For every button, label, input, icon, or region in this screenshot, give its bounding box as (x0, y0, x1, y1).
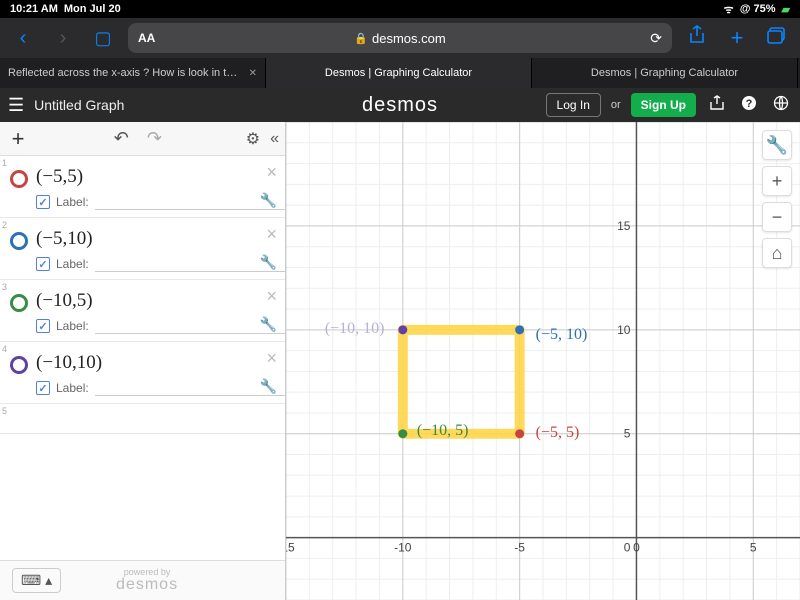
label-checkbox[interactable]: ✓ (36, 195, 50, 209)
close-tab-icon[interactable]: ✕ (249, 68, 257, 79)
delete-expression-icon[interactable]: × (266, 162, 277, 183)
help-button[interactable]: ? (738, 95, 760, 116)
undo-button[interactable]: ↶ (114, 128, 129, 149)
svg-text:5: 5 (750, 541, 757, 555)
bookmarks-button[interactable]: ▢ (88, 23, 118, 53)
label-input[interactable] (95, 380, 285, 396)
color-dot-purple[interactable] (10, 356, 28, 374)
browser-tab-2[interactable]: Desmos | Graphing Calculator (532, 58, 798, 88)
redo-button[interactable]: ↷ (147, 128, 162, 149)
graph-area[interactable]: -15 -10 -5 0 5 5 10 15 0 🔧 + − ⌂ (−5, 5) (−5, 10)… (286, 122, 800, 600)
svg-text:-5: -5 (514, 541, 525, 555)
desmos-logo: desmos (362, 94, 438, 117)
or-text: or (611, 99, 621, 111)
safari-toolbar: ‹ › ▢ AA 🔒 desmos.com ⟳ + (0, 18, 800, 58)
label-input[interactable] (95, 194, 285, 210)
share-button[interactable] (682, 25, 712, 51)
graph-settings-button[interactable]: 🔧 (762, 130, 792, 160)
new-tab-button[interactable]: + (722, 25, 752, 51)
expression-math[interactable]: (−5,5) (36, 162, 285, 192)
svg-text:-10: -10 (394, 541, 412, 555)
tabs-button[interactable] (762, 25, 792, 51)
label-checkbox[interactable]: ✓ (36, 381, 50, 395)
back-button[interactable]: ‹ (8, 23, 38, 53)
collapse-panel-button[interactable]: « (270, 130, 279, 148)
expression-list: 1 (−5,5) ✓ Label: × 🔧 2 (−5,10) ✓ Label: (0, 156, 285, 560)
login-button[interactable]: Log In (546, 93, 601, 117)
expression-footer: ⌨ ▴ powered by desmos (0, 560, 285, 600)
ipad-status-bar: 10:21 AM Mon Jul 20 ᯤ @ 75% ▰ (0, 0, 800, 18)
expression-row-empty[interactable]: 5 (0, 404, 285, 434)
graph-title[interactable]: Untitled Graph (34, 97, 124, 113)
label-checkbox[interactable]: ✓ (36, 257, 50, 271)
delete-expression-icon[interactable]: × (266, 286, 277, 307)
browser-tab-1[interactable]: Desmos | Graphing Calculator (266, 58, 532, 88)
point-label: (−5, 5) (536, 424, 580, 442)
svg-text:0: 0 (633, 541, 640, 555)
color-dot-red[interactable] (10, 170, 28, 188)
graph-canvas[interactable]: -15 -10 -5 0 5 5 10 15 0 (286, 122, 800, 600)
svg-text:?: ? (746, 98, 753, 110)
svg-text:15: 15 (617, 219, 631, 233)
reload-button[interactable]: ⟳ (650, 30, 662, 47)
share-graph-button[interactable] (706, 95, 728, 116)
expression-row-1[interactable]: 1 (−5,5) ✓ Label: × 🔧 (0, 156, 285, 218)
language-button[interactable] (770, 95, 792, 116)
zoom-in-button[interactable]: + (762, 166, 792, 196)
svg-text:-15: -15 (286, 541, 295, 555)
color-dot-blue[interactable] (10, 232, 28, 250)
battery-icon: ▰ (782, 3, 790, 16)
browser-tabs: Reflected across the x-axis ? How is loo… (0, 58, 800, 88)
status-time: 10:21 AM (10, 3, 58, 15)
wifi-icon: ᯤ (724, 2, 734, 17)
expression-row-4[interactable]: 4 (−10,10) ✓ Label: × 🔧 (0, 342, 285, 404)
expression-options-icon[interactable]: 🔧 (260, 192, 277, 209)
graph-controls: 🔧 + − ⌂ (762, 130, 792, 268)
svg-text:10: 10 (617, 323, 631, 337)
browser-tab-0[interactable]: Reflected across the x-axis ? How is loo… (0, 58, 266, 88)
expression-row-2[interactable]: 2 (−5,10) ✓ Label: × 🔧 (0, 218, 285, 280)
expression-options-icon[interactable]: 🔧 (260, 254, 277, 271)
main-area: + ↶ ↷ ⚙ « 1 (−5,5) ✓ Label: × 🔧 (0, 122, 800, 600)
svg-text:5: 5 (624, 427, 631, 441)
forward-button[interactable]: › (48, 23, 78, 53)
delete-expression-icon[interactable]: × (266, 348, 277, 369)
delete-expression-icon[interactable]: × (266, 224, 277, 245)
point-label: (−10, 5) (417, 422, 469, 440)
expression-options-icon[interactable]: 🔧 (260, 378, 277, 395)
reader-aa-button[interactable]: AA (138, 31, 155, 45)
battery-label: @ 75% (740, 3, 776, 15)
expression-options-icon[interactable]: 🔧 (260, 316, 277, 333)
label-input[interactable] (95, 318, 285, 334)
expression-math[interactable]: (−10,5) (36, 286, 285, 316)
expression-row-3[interactable]: 3 (−10,5) ✓ Label: × 🔧 (0, 280, 285, 342)
svg-text:0: 0 (624, 541, 631, 555)
desmos-header: ☰ Untitled Graph desmos Log In or Sign U… (0, 88, 800, 122)
status-date: Mon Jul 20 (64, 3, 121, 15)
lock-icon: 🔒 (354, 32, 368, 45)
signup-button[interactable]: Sign Up (631, 93, 696, 117)
expression-toolbar: + ↶ ↷ ⚙ « (0, 122, 285, 156)
menu-button[interactable]: ☰ (8, 95, 24, 116)
settings-gear-button[interactable]: ⚙ (246, 129, 260, 149)
add-expression-button[interactable]: + (6, 126, 30, 152)
label-checkbox[interactable]: ✓ (36, 319, 50, 333)
powered-by-desmos: powered by desmos (116, 568, 178, 593)
color-dot-green[interactable] (10, 294, 28, 312)
expression-math[interactable]: (−5,10) (36, 224, 285, 254)
zoom-out-button[interactable]: − (762, 202, 792, 232)
label-input[interactable] (95, 256, 285, 272)
url-text: desmos.com (372, 31, 446, 46)
expression-math[interactable]: (−10,10) (36, 348, 285, 378)
keyboard-button[interactable]: ⌨ ▴ (12, 568, 61, 593)
url-bar[interactable]: AA 🔒 desmos.com ⟳ (128, 23, 672, 53)
home-button[interactable]: ⌂ (762, 238, 792, 268)
point-label: (−10, 10) (325, 320, 385, 338)
expression-panel: + ↶ ↷ ⚙ « 1 (−5,5) ✓ Label: × 🔧 (0, 122, 286, 600)
point-label: (−5, 10) (536, 326, 588, 344)
